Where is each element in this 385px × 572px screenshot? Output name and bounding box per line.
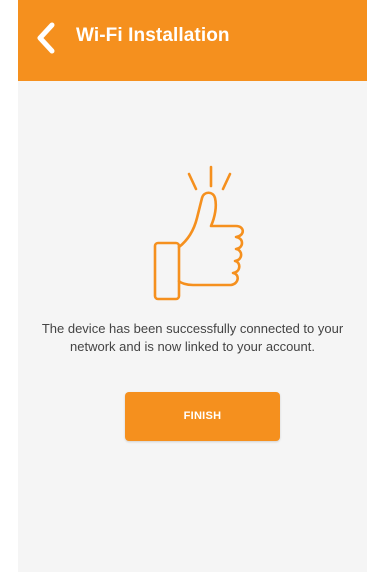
screen: Wi-Fi Installation The device has been s… bbox=[18, 0, 367, 572]
success-illustration bbox=[150, 160, 250, 305]
success-message: The device has been successfully connect… bbox=[41, 321, 344, 354]
page-title: Wi-Fi Installation bbox=[76, 25, 230, 46]
back-button[interactable] bbox=[32, 20, 62, 56]
app-bar: Wi-Fi Installation bbox=[18, 0, 367, 81]
thumbs-up-icon bbox=[153, 165, 245, 301]
finish-button[interactable]: FINISH bbox=[125, 392, 280, 441]
chevron-left-icon bbox=[37, 22, 55, 54]
